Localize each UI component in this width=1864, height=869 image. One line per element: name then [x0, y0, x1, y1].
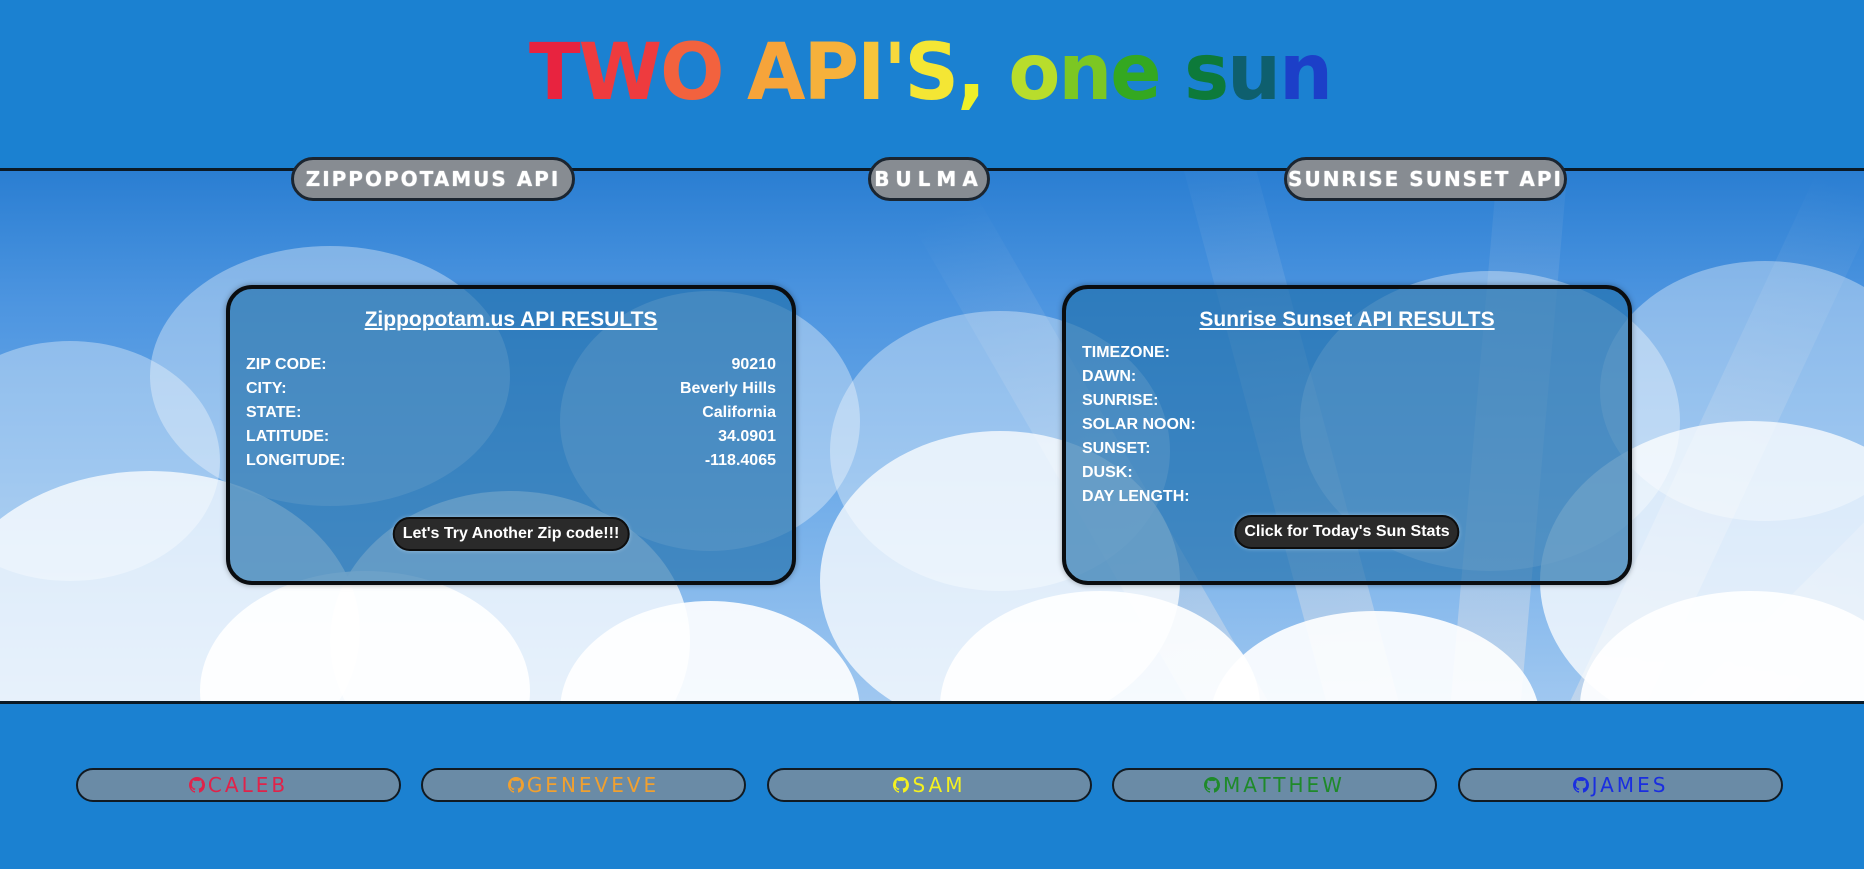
nav-sunrise-sunset-api[interactable]: SUNRISE SUNSET API — [1284, 157, 1567, 201]
title-letter: O — [660, 28, 724, 118]
day-length-label: DAY LENGTH: — [1082, 488, 1190, 505]
state-value: California — [702, 404, 776, 421]
try-another-zip-button[interactable]: Let's Try Another Zip code!!! — [392, 517, 630, 551]
site-title: TWO API'S, one sun — [26, 34, 1834, 112]
sun-row-solar-noon: SOLAR NOON: — [1082, 413, 1612, 437]
zip-row-state: STATE: California — [246, 401, 776, 425]
title-letter: I — [857, 28, 885, 118]
footer-link-geneveve[interactable]: GENEVEVE — [421, 768, 746, 802]
sun-results-list: TIMEZONE: DAWN: SUNRISE: SOLAR NOON: SUN… — [1082, 341, 1612, 509]
sun-row-dusk: DUSK: — [1082, 461, 1612, 485]
timezone-label: TIMEZONE: — [1082, 344, 1170, 361]
dusk-label: DUSK: — [1082, 464, 1133, 481]
footer-link-james[interactable]: JAMES — [1458, 768, 1783, 802]
title-letter: S — [904, 28, 960, 118]
title-letter: T — [528, 28, 581, 118]
latitude-value: 34.0901 — [718, 428, 776, 445]
zip-results-list: ZIP CODE: 90210 CITY: Beverly Hills STAT… — [246, 353, 776, 473]
footer-link-label: CALEB — [207, 773, 289, 797]
title-letter: P — [803, 28, 859, 118]
zip-code-value: 90210 — [731, 356, 777, 373]
zip-row-zip-code: ZIP CODE: 90210 — [246, 353, 776, 377]
city-value: Beverly Hills — [679, 380, 776, 397]
nav-zippopotamus-api[interactable]: ZIPPOPOTAMUS API — [291, 157, 575, 201]
latitude-label: LATITUDE: — [246, 428, 330, 445]
zip-row-longitude: LONGITUDE: -118.4065 — [246, 449, 776, 473]
title-letter — [984, 34, 1008, 112]
title-letter: , — [957, 28, 986, 118]
github-icon — [1204, 777, 1221, 793]
sunset-label: SUNSET: — [1082, 440, 1151, 457]
zip-row-city: CITY: Beverly Hills — [246, 377, 776, 401]
longitude-label: LONGITUDE: — [246, 452, 346, 469]
get-sun-stats-button[interactable]: Click for Today's Sun Stats — [1234, 515, 1460, 549]
footer-link-label: MATTHEW — [1223, 773, 1345, 797]
title-letter: ' — [883, 28, 906, 118]
sun-row-sunset: SUNSET: — [1082, 437, 1612, 461]
footer-link-label: GENEVEVE — [526, 773, 660, 797]
footer-link-sam[interactable]: SAM — [767, 768, 1092, 802]
github-icon — [1572, 777, 1589, 793]
sun-card-title: Sunrise Sunset API RESULTS — [1199, 308, 1495, 331]
title-letter: s — [1184, 28, 1229, 118]
dawn-label: DAWN: — [1082, 368, 1137, 385]
title-letter: W — [578, 28, 662, 118]
title-letter: e — [1110, 28, 1161, 118]
longitude-value: -118.4065 — [704, 452, 776, 469]
footer-link-label: JAMES — [1591, 773, 1669, 797]
zippopotamus-results-card: Zippopotam.us API RESULTS ZIP CODE: 9021… — [226, 285, 796, 585]
sun-row-timezone: TIMEZONE: — [1082, 341, 1612, 365]
zip-row-latitude: LATITUDE: 34.0901 — [246, 425, 776, 449]
title-letter: A — [746, 28, 806, 118]
sun-row-day-length: DAY LENGTH: — [1082, 485, 1612, 509]
title-letter: u — [1227, 28, 1281, 118]
title-letter — [1160, 34, 1184, 112]
sunrise-sunset-results-card: Sunrise Sunset API RESULTS TIMEZONE: DAW… — [1062, 285, 1632, 585]
nav-bulma[interactable]: BULMA — [868, 157, 990, 201]
city-label: CITY: — [246, 380, 287, 397]
github-icon — [188, 777, 205, 793]
title-letter — [723, 34, 747, 112]
footer-link-matthew[interactable]: MATTHEW — [1112, 768, 1437, 802]
title-letter: o — [1008, 28, 1060, 118]
footer-link-label: SAM — [912, 773, 966, 797]
sunrise-label: SUNRISE: — [1082, 392, 1159, 409]
github-icon — [893, 777, 910, 793]
title-letter: n — [1058, 28, 1112, 118]
zip-code-label: ZIP CODE: — [246, 356, 327, 373]
zip-card-title: Zippopotam.us API RESULTS — [364, 308, 658, 331]
github-icon — [507, 777, 524, 793]
state-label: STATE: — [246, 404, 302, 421]
title-letter: n — [1279, 28, 1333, 118]
sun-row-dawn: DAWN: — [1082, 365, 1612, 389]
sun-row-sunrise: SUNRISE: — [1082, 389, 1612, 413]
footer-link-caleb[interactable]: CALEB — [76, 768, 401, 802]
site-header: TWO API'S, one sun — [0, 0, 1864, 168]
solar-noon-label: SOLAR NOON: — [1082, 416, 1196, 433]
